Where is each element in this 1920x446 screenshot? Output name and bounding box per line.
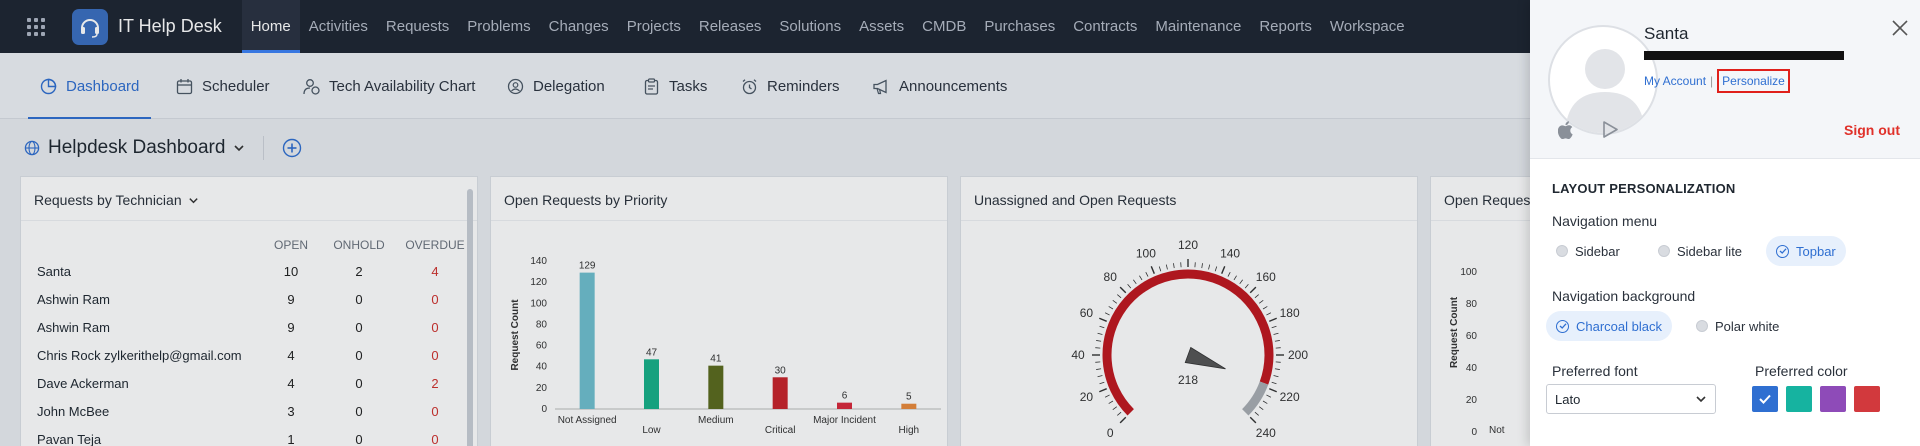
personalize-link[interactable]: Personalize [1717,69,1790,93]
account-links: My Account | Personalize [1644,69,1790,93]
check-circle-icon [1776,244,1789,258]
option-label: Topbar [1796,243,1836,259]
sign-out-button[interactable]: Sign out [1844,122,1900,138]
close-icon[interactable] [1890,18,1910,38]
font-select-value: Lato [1555,391,1581,407]
user-name: Santa [1644,24,1689,43]
redacted-email [1644,51,1844,60]
profile-panel: Santa My Account | Personalize Sign out … [1530,0,1920,446]
option-label: Charcoal black [1576,318,1662,334]
navigation-background-label: Navigation background [1552,288,1696,304]
option-label: Sidebar [1575,243,1620,259]
navigation-menu-label: Navigation menu [1552,213,1658,229]
option-label: Polar white [1715,318,1780,334]
check-icon [1759,394,1771,404]
nav-menu-option-topbar[interactable]: Topbar [1766,236,1846,266]
radio-icon [1696,320,1708,332]
nav-bg-option-charcoal-black[interactable]: Charcoal black [1546,311,1672,341]
color-swatch-purple[interactable] [1820,386,1846,412]
preferred-font-label: Preferred font [1552,363,1638,379]
nav-menu-option-sidebar-lite[interactable]: Sidebar lite [1648,236,1752,266]
user-placeholder-icon [1565,49,1645,133]
color-swatch-red[interactable] [1854,386,1880,412]
chevron-down-icon [1696,396,1706,403]
my-account-link[interactable]: My Account [1644,74,1706,88]
color-swatch-teal[interactable] [1786,386,1812,412]
profile-header: Santa My Account | Personalize Sign out [1530,0,1920,159]
modal-backdrop[interactable] [0,0,1530,446]
color-swatch-blue[interactable] [1752,386,1778,412]
preferred-color-label: Preferred color [1755,363,1848,379]
section-title: LAYOUT PERSONALIZATION [1552,181,1736,196]
radio-icon [1556,245,1568,257]
radio-icon [1658,245,1670,257]
nav-bg-option-polar-white[interactable]: Polar white [1686,311,1789,341]
app-store-links [1558,121,1618,139]
nav-menu-option-sidebar[interactable]: Sidebar [1546,236,1630,266]
link-separator: | [1710,74,1714,88]
option-label: Sidebar lite [1677,243,1743,259]
font-select[interactable]: Lato [1546,384,1716,414]
check-circle-icon [1556,319,1569,333]
apple-icon[interactable] [1558,121,1573,139]
play-store-icon[interactable] [1603,121,1618,138]
avatar[interactable] [1548,25,1658,135]
